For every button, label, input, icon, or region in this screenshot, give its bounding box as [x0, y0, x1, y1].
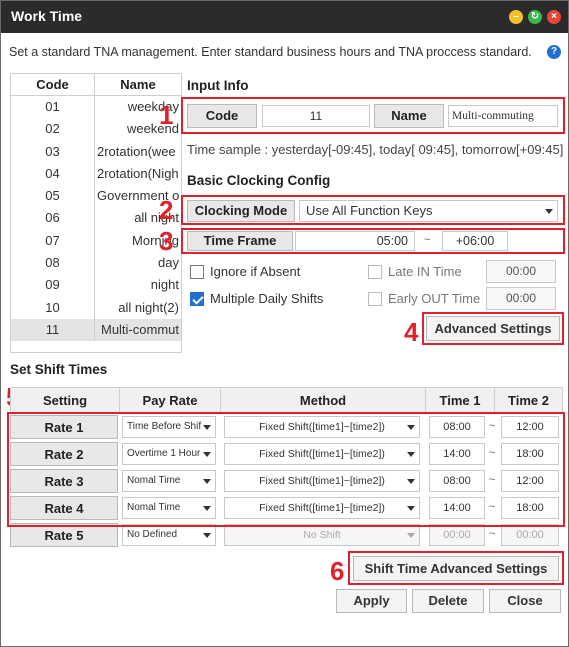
code-list: Code Name 01 weekday 02 weekend 03 2rotation(… [10, 73, 182, 353]
code-list-row[interactable]: 06 all night [11, 207, 181, 230]
time-frame-separator: ~ [424, 234, 431, 246]
late-in-time-label: Late IN Time [388, 264, 462, 279]
late-in-time-input[interactable]: 00:00 [486, 260, 556, 283]
code-cell: 09 [11, 274, 95, 297]
maximize-icon[interactable]: ↻ [528, 10, 542, 24]
annotation-4: 4 [404, 317, 419, 347]
late-in-time-box[interactable] [368, 264, 382, 279]
time-frame-end-input[interactable]: +06:00 [442, 231, 508, 251]
late-in-time-checkbox[interactable]: Late IN Time [368, 264, 462, 279]
code-label: Code [187, 104, 257, 128]
code-list-row[interactable]: 01 weekday [11, 96, 181, 119]
chevron-down-icon [545, 209, 553, 214]
multiple-daily-shifts-checkbox[interactable]: Multiple Daily Shifts [190, 291, 323, 306]
code-cell: 04 [11, 162, 95, 186]
basic-clocking-config-title: Basic Clocking Config [187, 173, 331, 188]
pay-rate-select[interactable]: No Defined [122, 524, 216, 546]
name-cell: all night(2) [118, 299, 179, 315]
early-out-time-box[interactable] [368, 291, 382, 306]
code-cell: 01 [11, 96, 95, 119]
multiple-daily-shifts-box[interactable] [190, 291, 204, 306]
code-cell: 06 [11, 207, 95, 230]
advanced-settings-button[interactable]: Advanced Settings [426, 316, 560, 341]
ignore-if-absent-box[interactable] [190, 264, 204, 279]
code-list-header: Code Name [11, 74, 181, 96]
time2-column-header: Time 2 [494, 387, 563, 413]
code-cell: 11 [11, 318, 95, 342]
name-cell: 2rotation(wee [97, 143, 176, 159]
method-column-header: Method [220, 387, 426, 413]
early-out-time-checkbox[interactable]: Early OUT Time [368, 291, 480, 306]
work-time-window: Work Time – ↻ × Set a standard TNA manag… [0, 0, 569, 647]
time1-input[interactable]: 00:00 [429, 524, 485, 546]
apply-button[interactable]: Apply [336, 589, 407, 613]
close-button[interactable]: Close [489, 589, 561, 613]
pay-rate-column-header: Pay Rate [119, 387, 221, 413]
title-bar[interactable]: Work Time – ↻ × [1, 1, 568, 33]
code-list-row[interactable]: 04 2rotation(Nigh [11, 162, 181, 186]
chevron-down-icon [203, 533, 211, 538]
input-info-title: Input Info [187, 78, 249, 93]
code-cell: 10 [11, 296, 95, 319]
clocking-mode-label: Clocking Mode [187, 200, 295, 222]
name-cell: 2rotation(Nigh [97, 165, 179, 181]
method-value: No Shift [303, 529, 341, 541]
code-list-row[interactable]: 11 Multi-commut [11, 318, 181, 342]
time-frame-label: Time Frame [187, 231, 293, 251]
window-title: Work Time [11, 8, 83, 24]
pay-rate-value: No Defined [127, 529, 178, 540]
annotation-2: 2 [159, 195, 174, 225]
clocking-mode-value: Use All Function Keys [306, 203, 433, 218]
chevron-down-icon [407, 533, 415, 538]
name-label: Name [374, 104, 444, 128]
code-cell: 05 [11, 185, 95, 208]
annotation-1: 1 [159, 100, 174, 130]
method-select[interactable]: No Shift [224, 524, 420, 546]
time-separator: ~ [489, 528, 496, 540]
ignore-if-absent-checkbox[interactable]: Ignore if Absent [190, 264, 300, 279]
ignore-if-absent-label: Ignore if Absent [210, 264, 301, 279]
description-text: Set a standard TNA management. Enter sta… [9, 45, 532, 59]
code-cell: 07 [11, 229, 95, 253]
code-cell: 03 [11, 140, 95, 163]
time-sample-text: Time sample : yesterday[-09:45], today[ … [187, 142, 564, 157]
code-list-row[interactable]: 08 day [11, 252, 181, 275]
name-column-header[interactable]: Name [95, 74, 181, 95]
code-column-header[interactable]: Code [11, 74, 95, 95]
setting-column-header: Setting [10, 387, 120, 413]
close-icon[interactable]: × [547, 10, 561, 24]
shift-time-advanced-settings-button[interactable]: Shift Time Advanced Settings [353, 556, 559, 581]
code-list-row[interactable]: 03 2rotation(wee [11, 140, 181, 163]
time1-column-header: Time 1 [425, 387, 495, 413]
name-cell: Multi-commut [100, 321, 179, 337]
code-cell: 02 [11, 118, 95, 141]
code-list-row[interactable]: 09 night [11, 274, 181, 297]
set-shift-times-title: Set Shift Times [10, 362, 108, 377]
early-out-time-input[interactable]: 00:00 [486, 287, 556, 310]
name-input[interactable]: Multi-commuting [448, 105, 558, 127]
code-input[interactable]: 11 [262, 105, 370, 127]
annotation-6: 6 [330, 556, 345, 586]
multiple-daily-shifts-label: Multiple Daily Shifts [210, 291, 324, 306]
clocking-mode-select[interactable]: Use All Function Keys [299, 200, 558, 222]
code-cell: 08 [11, 252, 95, 275]
code-list-row[interactable]: 10 all night(2) [11, 296, 181, 319]
delete-button[interactable]: Delete [412, 589, 484, 613]
name-cell: night [150, 277, 179, 293]
code-list-row[interactable]: 07 Morning [11, 229, 181, 253]
code-list-row[interactable]: 02 weekend [11, 118, 181, 141]
early-out-time-label: Early OUT Time [388, 291, 481, 306]
minimize-icon[interactable]: – [509, 10, 523, 24]
annotation-3: 3 [159, 226, 174, 256]
time-frame-start-input[interactable]: 05:00 [295, 231, 415, 251]
code-list-row[interactable]: 05 Government o [11, 185, 181, 208]
time2-input[interactable]: 00:00 [501, 524, 559, 546]
help-icon[interactable]: ? [547, 45, 561, 59]
highlight-box-5 [7, 412, 565, 527]
